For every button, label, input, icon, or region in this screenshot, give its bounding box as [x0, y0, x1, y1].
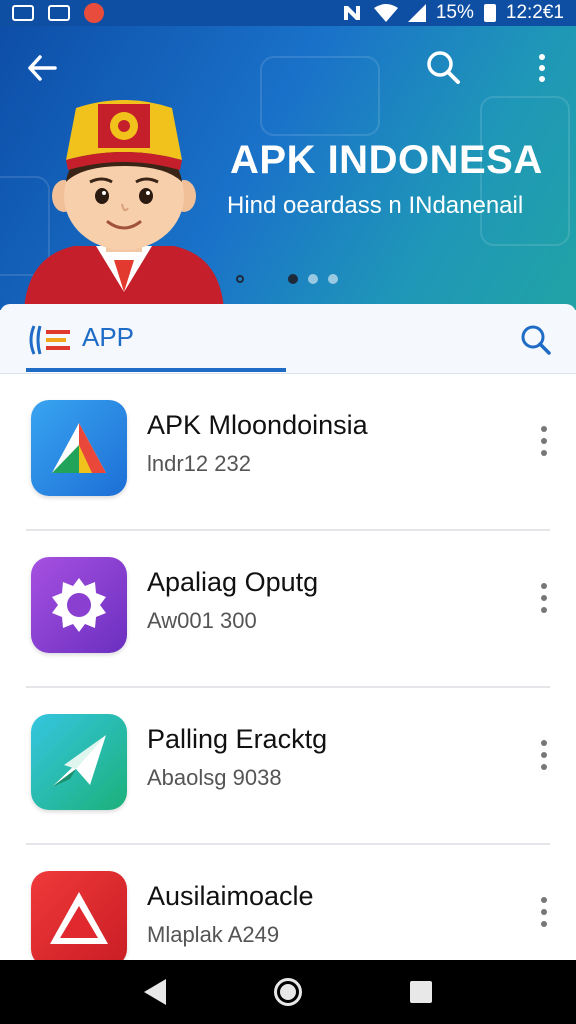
app-meta: lndr12 232 [147, 451, 251, 476]
carousel-indicator[interactable] [236, 274, 338, 284]
clock: 12:2€1 [505, 2, 564, 23]
app-logo-icon [29, 325, 70, 355]
gear-icon [31, 557, 127, 653]
system-nav-bar [0, 960, 576, 1024]
nav-home-button[interactable] [274, 978, 302, 1006]
dot-icon [539, 65, 545, 71]
search-icon [521, 325, 551, 355]
hero-subtitle: Hind oeardass n INdanenail [227, 192, 524, 219]
item-menu-button[interactable] [534, 583, 554, 613]
status-bar: 15% 12:2€1 [0, 0, 576, 26]
home-icon [280, 984, 296, 1000]
carousel-dot[interactable] [236, 275, 244, 283]
nav-back-button[interactable] [144, 979, 166, 1005]
app-meta: Abaolsg 9038 [147, 765, 282, 790]
tab-active-indicator [26, 368, 286, 372]
app-list: APK Mloondoinsia lndr12 232 Apaliag Oput… [0, 374, 576, 1002]
search-icon [427, 51, 460, 84]
arrow-left-icon [28, 55, 57, 81]
tent-triangle-icon [31, 400, 127, 496]
warning-triangle-icon [31, 871, 127, 967]
item-menu-button[interactable] [534, 426, 554, 456]
battery-percent: 15% [435, 2, 474, 23]
item-menu-button[interactable] [534, 740, 554, 770]
notification-icon [12, 5, 34, 21]
app-name: Apaliag Oputg [147, 567, 319, 597]
more-options-button[interactable] [530, 50, 554, 86]
hero-title: APK INDONESA [230, 138, 543, 182]
list-item[interactable]: Apaliag Oputg Aw001 300 [26, 531, 550, 688]
signal-icon [407, 4, 426, 22]
list-item[interactable]: Palling Eracktg Abaolsg 9038 [26, 688, 550, 845]
app-name: APK Mloondoinsia [147, 410, 368, 440]
tab-bar: APP [0, 304, 576, 374]
nav-recents-button[interactable] [410, 981, 432, 1003]
background-shape [260, 56, 380, 136]
app-meta: Aw001 300 [147, 608, 257, 633]
list-item[interactable]: APK Mloondoinsia lndr12 232 [26, 374, 550, 531]
dot-icon [539, 76, 545, 82]
mascot-illustration [24, 100, 224, 310]
hero-banner[interactable]: APK INDONESA Hind oeardass n INdanenail [0, 26, 576, 310]
tab-search-button[interactable] [518, 322, 554, 358]
app-name: Palling Eracktg [147, 724, 328, 754]
carousel-dot[interactable] [308, 274, 318, 284]
blocked-icon [84, 3, 104, 23]
dot-icon [539, 54, 545, 60]
tab-app[interactable]: APP [82, 322, 134, 353]
nfc-icon [343, 6, 360, 20]
item-menu-button[interactable] [534, 897, 554, 927]
image-icon [48, 5, 70, 21]
carousel-dot-active[interactable] [288, 274, 298, 284]
paper-plane-icon [31, 714, 127, 810]
app-screen: 15% 12:2€1 APK INDONESA Hind oeardass n … [0, 0, 576, 1024]
wifi-icon [373, 4, 398, 22]
carousel-dot[interactable] [328, 274, 338, 284]
search-button[interactable] [422, 46, 466, 90]
app-meta: Mlaplak A249 [147, 922, 280, 947]
app-name: Ausilaimoacle [147, 881, 314, 911]
battery-icon [483, 4, 496, 22]
back-button[interactable] [22, 48, 62, 88]
